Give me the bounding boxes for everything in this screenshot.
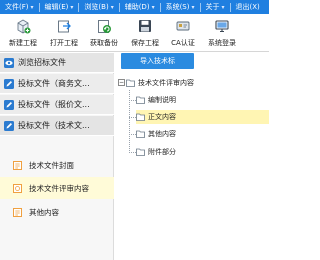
monitor-icon	[215, 20, 229, 33]
menu-about[interactable]: 关于 ▾	[201, 0, 225, 14]
sub-item-technical-cover-label: 技术文件封面	[29, 160, 74, 170]
tree-node-attachments[interactable]: 附件部分	[136, 145, 176, 159]
tree-root-node[interactable]: 技术文件评审内容	[126, 76, 194, 90]
nav-browse-tender[interactable]: 浏览招标文件	[0, 53, 114, 73]
ca-auth-button[interactable]: CA认证	[163, 16, 203, 50]
tree-connector	[129, 117, 136, 118]
new-project-button[interactable]: 新建工程	[3, 16, 43, 50]
menu-bar: 文件(F) ▾ 编辑(E) ▾ 浏览(B) ▾ 辅助(D) ▾ 系统(S) ▾ 关于 ▾ 退…	[0, 0, 269, 14]
sub-item-technical-review-label: 技术文件评审内容	[29, 183, 89, 193]
document-icon	[13, 183, 22, 193]
left-nav-panel: 浏览招标文件 投标文件（商务文... 投标文件（报价文... 投标文件（技术文.…	[0, 53, 114, 260]
chevron-down-icon: ▾	[221, 3, 225, 11]
folder-icon	[136, 148, 145, 156]
tree-node-compilation[interactable]: 编制说明	[136, 93, 176, 107]
tree-node-label: 正文内容	[148, 113, 176, 121]
menu-exit-label: 退出(X)	[235, 3, 260, 11]
eye-icon	[4, 57, 14, 68]
sub-item-technical-review[interactable]: 技术文件评审内容	[0, 177, 114, 199]
document-icon	[13, 207, 22, 217]
chevron-down-icon: ▾	[151, 3, 155, 11]
folder-icon	[136, 130, 145, 138]
nav-bid-price-label: 投标文件（报价文...	[18, 100, 90, 109]
edit-icon	[4, 120, 14, 131]
save-project-button[interactable]: 保存工程	[125, 16, 165, 50]
edit-icon	[4, 78, 14, 89]
content-panel: 导入技术标 − 技术文件评审内容 编制说明 正文内容 其他内容 附件部分	[115, 53, 269, 260]
folder-icon	[126, 79, 135, 87]
menu-edit[interactable]: 编辑(E) ▾	[40, 0, 74, 14]
menu-file[interactable]: 文件(F) ▾	[0, 0, 34, 14]
document-icon	[13, 160, 22, 170]
menu-edit-label: 编辑(E)	[44, 3, 69, 11]
nav-browse-tender-label: 浏览招标文件	[18, 58, 66, 67]
menu-browse-label: 浏览(B)	[84, 3, 109, 11]
new-project-icon	[17, 19, 31, 34]
save-project-label: 保存工程	[131, 39, 159, 47]
nav-bid-technical-label: 投标文件（技术文...	[18, 121, 90, 130]
menu-assist[interactable]: 辅助(D) ▾	[120, 0, 155, 14]
system-login-label: 系统登录	[208, 39, 236, 47]
tree-connector	[129, 152, 136, 153]
tree-root-label: 技术文件评审内容	[138, 79, 194, 87]
backup-icon	[98, 20, 111, 33]
nav-bid-business[interactable]: 投标文件（商务文...	[0, 74, 114, 94]
ca-auth-label: CA认证	[171, 39, 195, 47]
toolbar: 新建工程 打开工程 获取备份 保存工程 CA认证 系统登录	[0, 14, 269, 52]
menu-about-label: 关于	[205, 3, 220, 11]
save-icon	[139, 20, 151, 32]
menu-system-label: 系统(S)	[165, 3, 190, 11]
menu-exit[interactable]: 退出(X)	[231, 0, 260, 14]
folder-icon	[136, 113, 145, 121]
menu-browse[interactable]: 浏览(B) ▾	[79, 0, 113, 14]
nav-bid-business-label: 投标文件（商务文...	[18, 79, 90, 88]
tree-node-label: 附件部分	[148, 148, 176, 156]
get-backup-label: 获取备份	[90, 39, 118, 47]
edit-icon	[4, 99, 14, 110]
tree-node-body-content[interactable]: 正文内容	[136, 110, 269, 124]
new-project-label: 新建工程	[9, 39, 37, 47]
tree-connector	[129, 134, 136, 135]
ca-card-icon	[176, 21, 190, 31]
open-project-label: 打开工程	[50, 39, 78, 47]
open-project-button[interactable]: 打开工程	[44, 16, 84, 50]
get-backup-button[interactable]: 获取备份	[84, 16, 124, 50]
menu-file-label: 文件(F)	[5, 3, 29, 11]
sub-item-other-content-label: 其他内容	[29, 207, 59, 217]
import-technical-bid-button[interactable]: 导入技术标	[121, 53, 194, 69]
tree-node-other-content[interactable]: 其他内容	[136, 127, 176, 141]
folder-icon	[136, 96, 145, 104]
chevron-down-icon: ▾	[70, 3, 74, 11]
chevron-down-icon: ▾	[110, 3, 114, 11]
nav-bid-price[interactable]: 投标文件（报价文...	[0, 95, 114, 115]
system-login-button[interactable]: 系统登录	[202, 16, 242, 50]
menu-assist-label: 辅助(D)	[124, 3, 150, 11]
tree-connector	[129, 100, 136, 101]
sub-item-technical-cover[interactable]: 技术文件封面	[0, 154, 114, 176]
tree-collapse-toggle[interactable]: −	[118, 79, 125, 86]
open-project-icon	[58, 20, 71, 33]
nav-bid-technical[interactable]: 投标文件（技术文...	[0, 116, 114, 136]
chevron-down-icon: ▾	[30, 3, 34, 11]
tree-node-label: 其他内容	[148, 130, 176, 138]
menu-system[interactable]: 系统(S) ▾	[161, 0, 195, 14]
chevron-down-icon: ▾	[191, 3, 195, 11]
tree-node-label: 编制说明	[148, 96, 176, 104]
sub-item-other-content[interactable]: 其他内容	[0, 201, 114, 223]
